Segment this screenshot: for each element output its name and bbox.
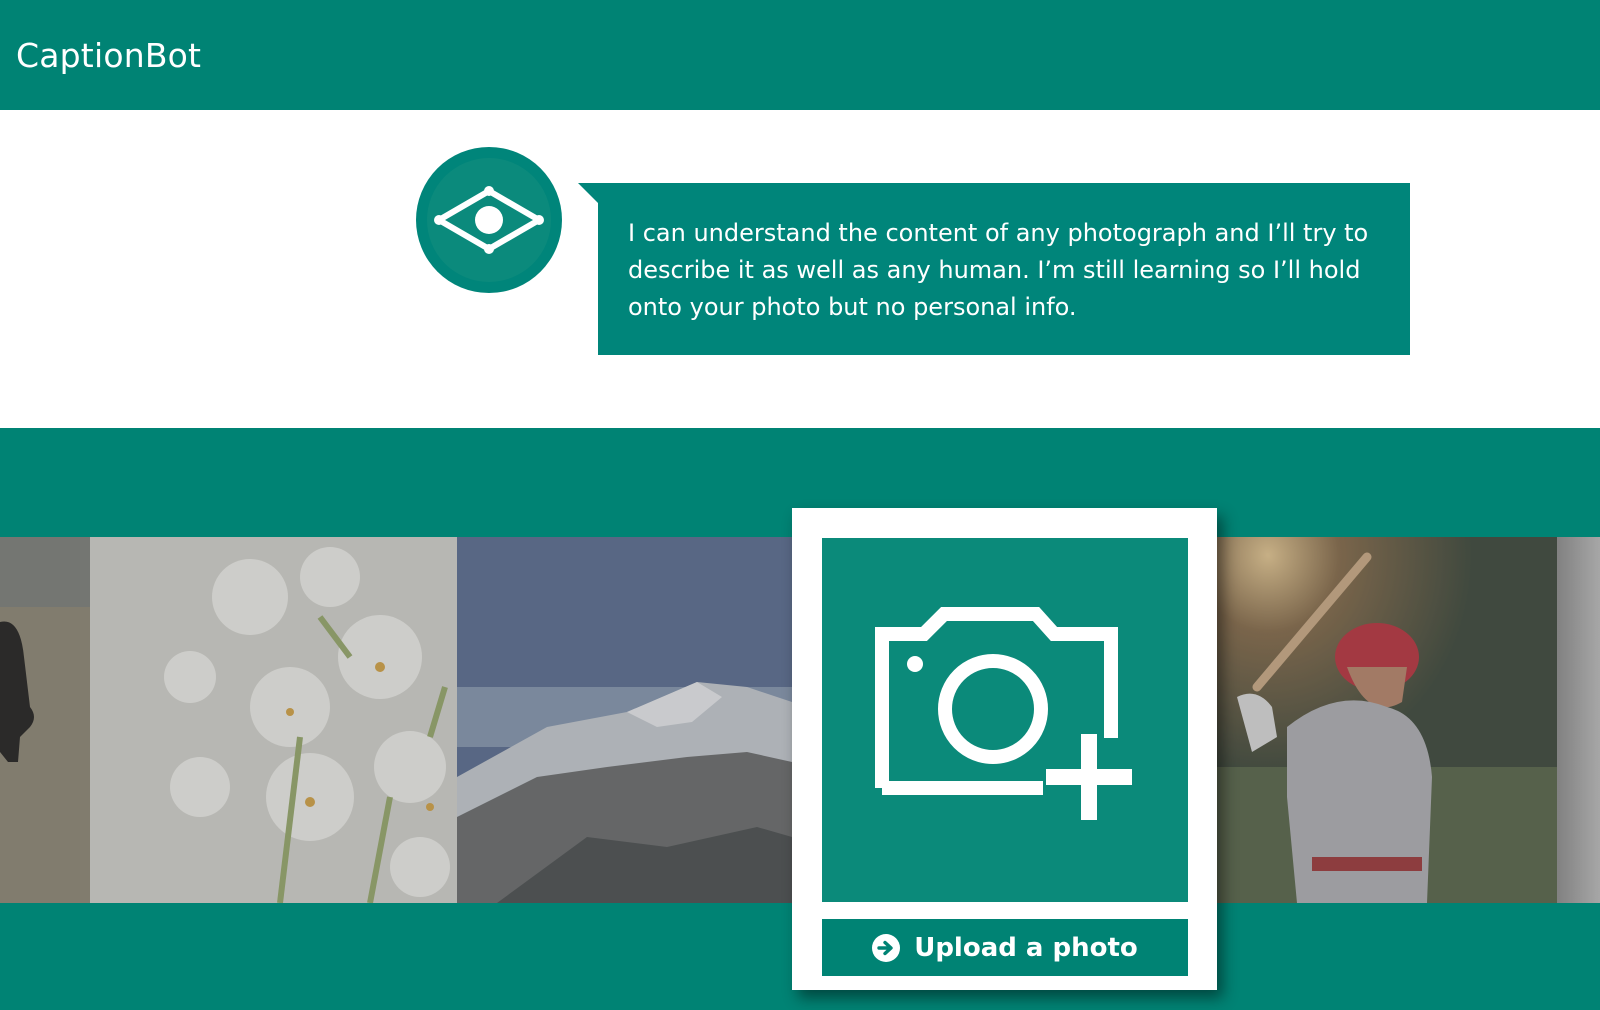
sample-photo-cow[interactable] [0, 537, 90, 903]
bot-avatar [416, 147, 562, 293]
sample-photo-baseball[interactable] [1217, 537, 1557, 903]
eye-diamond-icon [434, 186, 544, 254]
camera-plus-icon [875, 607, 1132, 820]
upload-photo-tile[interactable] [822, 538, 1188, 902]
speech-bubble: I can understand the content of any phot… [598, 183, 1410, 355]
top-bar: CaptionBot [0, 0, 1600, 110]
bot-message: I can understand the content of any phot… [628, 219, 1369, 321]
upload-button-label: Upload a photo [914, 932, 1138, 963]
upload-card: Upload a photo [792, 508, 1217, 990]
app-title[interactable]: CaptionBot [16, 36, 201, 76]
sample-photo-partial[interactable] [1557, 537, 1600, 903]
sample-photo-mountain[interactable] [457, 537, 792, 903]
sample-photo-flowers[interactable] [90, 537, 457, 903]
arrow-right-circle-icon [872, 933, 901, 962]
speech-bubble-tail [578, 183, 600, 205]
upload-photo-button[interactable]: Upload a photo [822, 919, 1188, 976]
